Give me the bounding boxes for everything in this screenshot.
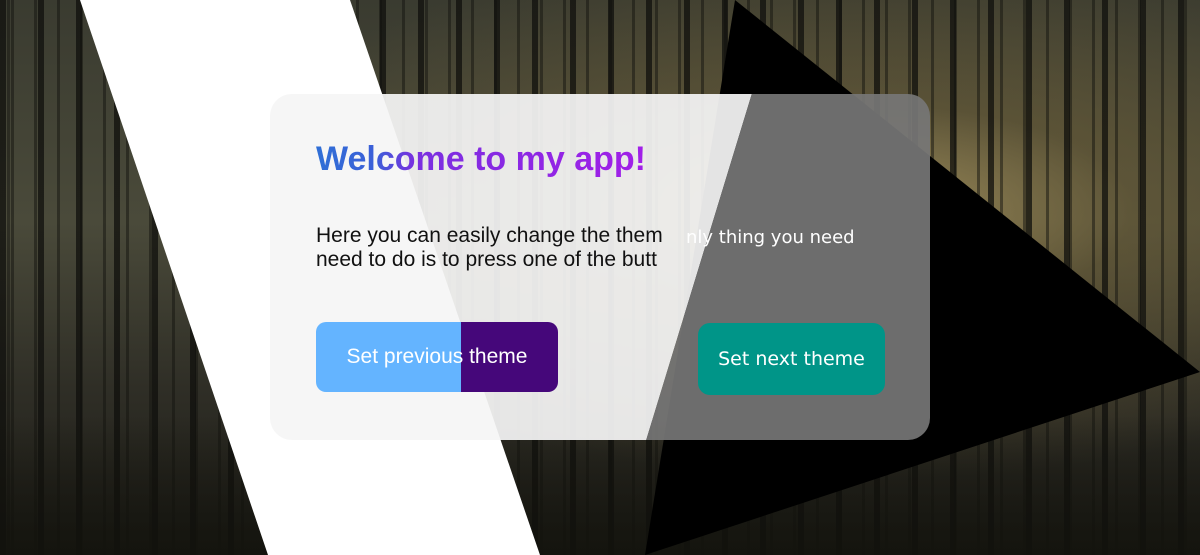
welcome-card: Welcome to my app! Here you can easily c… xyxy=(270,94,930,440)
welcome-message-overlay: nly thing you need xyxy=(686,227,855,248)
set-next-theme-button[interactable]: Set next theme xyxy=(698,323,885,395)
welcome-title: Welcome to my app! xyxy=(316,140,646,178)
welcome-message: Here you can easily change the them need… xyxy=(316,224,663,271)
set-previous-theme-button[interactable]: Set previous theme xyxy=(316,322,558,392)
